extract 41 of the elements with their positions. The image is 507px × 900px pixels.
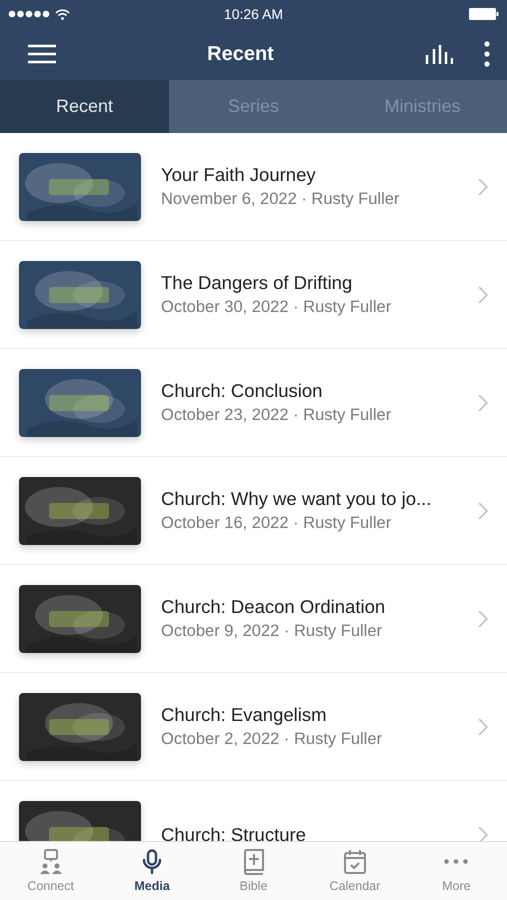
wifi-icon bbox=[55, 8, 70, 20]
sermon-date-speaker: October 16, 2022 · Rusty Fuller bbox=[161, 514, 392, 533]
screen-title: Recent bbox=[206, 42, 275, 66]
sermon-title: Church: Conclusion bbox=[161, 380, 324, 402]
chevron-icon bbox=[478, 178, 488, 196]
sermon-title: Church: Evangelism bbox=[161, 704, 328, 726]
more-vertical-icon bbox=[483, 41, 491, 67]
chevron-icon bbox=[478, 610, 488, 628]
more-icon bbox=[444, 859, 468, 864]
chevron-icon bbox=[478, 718, 488, 736]
chevron-icon bbox=[478, 286, 488, 304]
sermon-row[interactable]: The Dangers of Drifting October 30, 2022 · Rusty Fuller bbox=[0, 241, 507, 349]
status-time: 10:26 AM bbox=[224, 6, 284, 22]
sermon-date-speaker: October 23, 2022 · Rusty Fuller bbox=[161, 406, 392, 425]
people-icon bbox=[38, 849, 63, 875]
book-icon bbox=[242, 849, 265, 875]
sermon-title: Church: Deacon Ordination bbox=[161, 596, 386, 618]
sermon-title: The Dangers of Drifting bbox=[161, 272, 354, 294]
equalizer-icon bbox=[425, 44, 453, 64]
chevron-icon bbox=[478, 502, 488, 520]
menu-icon bbox=[28, 44, 56, 64]
signal-icon bbox=[8, 10, 50, 18]
chevron-icon bbox=[478, 826, 488, 841]
sermon-date-speaker: October 9, 2022 · Rusty Fuller bbox=[161, 622, 384, 641]
sermon-row[interactable]: Church: Deacon Ordination October 9, 2022 · Rusty Fuller bbox=[0, 565, 507, 673]
sermon-title: Your Faith Journey bbox=[161, 164, 317, 186]
sermon-title: Church: Why we want you to jo... bbox=[161, 488, 432, 510]
sermon-row[interactable]: Your Faith Journey November 6, 2022 · Rusty Fuller bbox=[0, 133, 507, 241]
microphone-icon bbox=[142, 849, 162, 875]
chevron-icon bbox=[478, 394, 488, 412]
sermon-row[interactable]: Church: Conclusion October 23, 2022 · Rusty Fuller bbox=[0, 349, 507, 457]
sermon-row[interactable]: Church: Evangelism October 2, 2022 · Rusty Fuller bbox=[0, 673, 507, 781]
sermon-date-speaker: October 2, 2022 · Rusty Fuller bbox=[161, 730, 384, 749]
sermon-date-speaker: November 6, 2022 · Rusty Fuller bbox=[161, 190, 400, 209]
sermon-date-speaker: October 30, 2022 · Rusty Fuller bbox=[161, 298, 392, 317]
sermon-row[interactable]: Church: Why we want you to jo... October 16, 2022 · Rusty Fuller bbox=[0, 457, 507, 565]
tab[interactable]: Recent bbox=[0, 80, 169, 133]
tab-bar-item[interactable]: Media bbox=[101, 842, 203, 900]
calendar-icon bbox=[342, 849, 367, 875]
sermon-title: Church: Structure bbox=[161, 824, 307, 841]
battery-icon bbox=[469, 8, 499, 20]
